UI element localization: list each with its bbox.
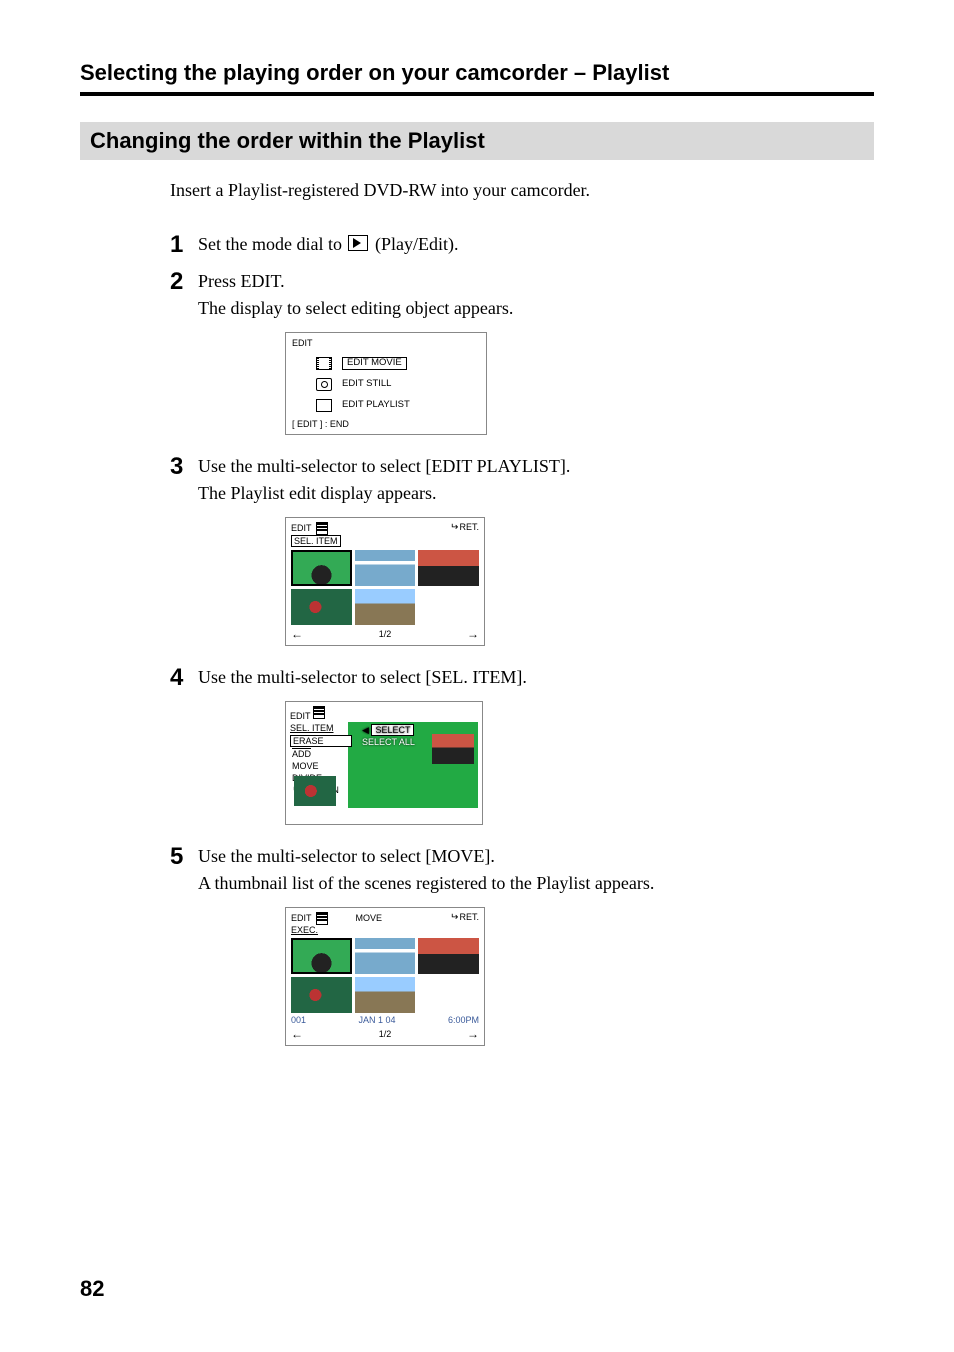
lcd-panel-menu: EDIT SEL. ITEM ERASE ADD MOVE DIVIDE RET…: [285, 701, 483, 825]
pager-text: 1/2: [379, 1029, 392, 1039]
thumbnail: [294, 776, 336, 806]
step-number: 4: [170, 666, 198, 691]
page-title: Selecting the playing order on your camc…: [80, 60, 874, 96]
menu-item: ADD: [290, 749, 352, 759]
tab-label: SEL. ITEM: [291, 535, 341, 547]
thumbnail-empty: [418, 977, 479, 1013]
thumbnail: [355, 589, 416, 625]
playlist-icon: [316, 522, 328, 535]
lcd-title: EDIT: [291, 523, 312, 533]
lcd-panel-playlist: EDIT RET. SEL. ITEM 1/2: [285, 517, 485, 646]
step-5: 5 Use the multi-selector to select [MOVE…: [170, 843, 874, 897]
info-id: 001: [291, 1015, 306, 1025]
playlist-icon: [316, 399, 332, 412]
menu-item: MOVE: [290, 761, 352, 771]
lcd-panel-move: EDIT MOVE RET. EXEC. 001 JAN 1 04 6:00PM…: [285, 907, 485, 1046]
pager-text: 1/2: [379, 629, 392, 639]
thumbnail: [291, 938, 352, 974]
step-text: Set the mode dial to: [198, 234, 346, 254]
intro-text: Insert a Playlist-registered DVD-RW into…: [170, 180, 874, 201]
step-text: Use the multi-selector to select [MOVE].: [198, 843, 654, 870]
thumbnail: [355, 977, 416, 1013]
step-3: 3 Use the multi-selector to select [EDIT…: [170, 453, 874, 507]
thumbnail-empty: [418, 589, 479, 625]
thumbnail: [355, 550, 416, 586]
ret-label: RET.: [459, 522, 479, 532]
thumbnail: [418, 938, 479, 974]
arrow-right-icon: [467, 627, 479, 641]
step-2: 2 Press EDIT. The display to select edit…: [170, 268, 874, 322]
menu-sub: SEL. ITEM: [290, 723, 352, 733]
step-number: 1: [170, 233, 198, 258]
playlist-icon: [316, 912, 328, 925]
step-1: 1 Set the mode dial to (Play/Edit).: [170, 231, 874, 258]
submenu-item: SELECT ALL: [362, 737, 415, 747]
menu-item-selected: ERASE: [290, 735, 352, 747]
camera-icon: [316, 378, 332, 391]
menu-option-selected: EDIT MOVIE: [342, 357, 407, 369]
step-text: Use the multi-selector to select [EDIT P…: [198, 453, 570, 480]
thumbnail: [291, 550, 352, 586]
playlist-icon: [313, 706, 325, 719]
return-icon: [450, 912, 459, 922]
arrow-left-icon: [291, 627, 303, 641]
thumbnail: [355, 938, 416, 974]
step-number: 5: [170, 845, 198, 897]
exec-label: EXEC.: [291, 925, 479, 935]
thumbnail: [418, 550, 479, 586]
step-number: 3: [170, 455, 198, 507]
step-number: 2: [170, 270, 198, 322]
thumbnail: [432, 734, 474, 764]
submenu-item-selected: SELECT: [371, 724, 414, 736]
info-date: JAN 1 04: [358, 1015, 395, 1025]
step-4: 4 Use the multi-selector to select [SEL.…: [170, 664, 874, 691]
lcd-panel-edit: EDIT EDIT MOVIE EDIT STILL EDIT PLAYLIST…: [285, 332, 487, 435]
return-icon: [450, 522, 459, 532]
thumbnail: [291, 977, 352, 1013]
thumbnail: [291, 589, 352, 625]
arrow-right-icon: [467, 1027, 479, 1041]
arrow-left-icon: [291, 1027, 303, 1041]
step-text: A thumbnail list of the scenes registere…: [198, 870, 654, 897]
ret-label: RET.: [459, 912, 479, 922]
film-icon: [316, 357, 332, 370]
mode-label: MOVE: [356, 913, 383, 923]
step-text: Use the multi-selector to select [SEL. I…: [198, 664, 527, 691]
menu-option: EDIT STILL: [342, 379, 391, 389]
menu-option: EDIT PLAYLIST: [342, 400, 410, 410]
info-time: 6:00PM: [448, 1015, 479, 1025]
step-text: The Playlist edit display appears.: [198, 480, 570, 507]
lcd-title: EDIT: [290, 711, 310, 721]
lcd-hint: [ EDIT ] : END: [292, 420, 480, 430]
lcd-title: EDIT: [292, 339, 480, 349]
step-text: Press EDIT.: [198, 268, 513, 295]
step-text: The display to select editing object app…: [198, 295, 513, 322]
subsection-title: Changing the order within the Playlist: [80, 122, 874, 160]
lcd-title: EDIT: [291, 913, 312, 923]
page-number: 82: [80, 1276, 104, 1302]
play-edit-icon: [348, 235, 368, 251]
step-text: (Play/Edit).: [370, 234, 458, 254]
